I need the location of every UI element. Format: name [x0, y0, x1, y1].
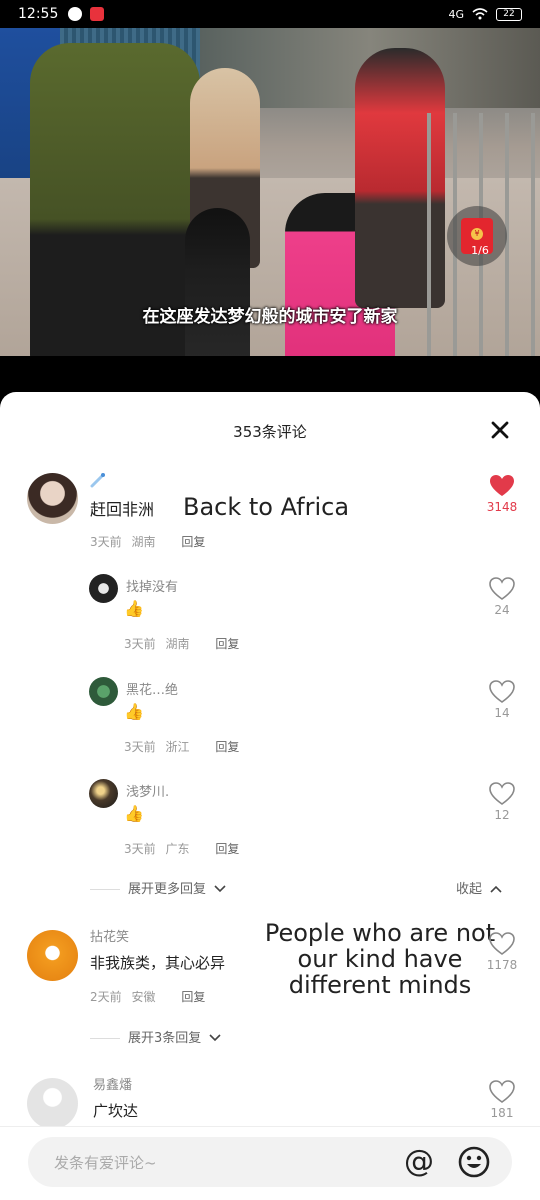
chevron-up-icon — [490, 885, 502, 893]
red-packet-counter: 1/6 — [471, 244, 489, 257]
collapse-label: 收起 — [456, 882, 483, 897]
wifi-icon — [472, 8, 488, 20]
heart-icon — [489, 1080, 515, 1103]
avatar[interactable] — [27, 1078, 78, 1129]
like-button[interactable]: 12 — [480, 782, 524, 822]
avatar[interactable] — [27, 473, 78, 524]
reply-button[interactable]: 回复 — [181, 990, 205, 1004]
like-count: 3148 — [486, 500, 518, 514]
video-subtitle: 在这座发达梦幻般的城市安了新家 — [142, 307, 398, 327]
reply-location: 广东 — [165, 842, 190, 856]
video-scene — [185, 208, 250, 368]
like-button[interactable]: 181 — [480, 1080, 524, 1120]
expand-replies-button[interactable]: 展开3条回复 — [90, 1027, 221, 1046]
reply-time: 3天前 — [124, 740, 156, 754]
comment-location: 湖南 — [131, 535, 156, 549]
like-button[interactable]: 3148 — [480, 474, 524, 514]
status-time: 12:55 — [18, 6, 59, 22]
heart-icon — [489, 782, 515, 805]
comment-input[interactable]: 发条有爱评论~ @ — [28, 1137, 512, 1187]
overlay-line: People who are not — [264, 919, 496, 947]
comment-text: 非我族类，其心必异 — [90, 954, 226, 972]
reply-meta: 3天前 广东 回复 — [124, 840, 239, 857]
thumbs-up-icon: 👍 — [124, 599, 144, 618]
comment-text: 赶回非洲 — [90, 500, 155, 519]
like-count: 12 — [494, 808, 510, 822]
reply-author[interactable]: 找掉没有 — [126, 576, 178, 595]
comet-icon — [90, 473, 105, 488]
like-count: 181 — [490, 1106, 514, 1120]
heart-icon — [489, 932, 515, 955]
reply-time: 3天前 — [124, 842, 156, 856]
avatar[interactable] — [27, 930, 78, 981]
qq-icon — [68, 7, 83, 21]
reply-location: 浙江 — [165, 740, 190, 754]
reply-button[interactable]: 回复 — [215, 740, 239, 754]
status-bar: 12:55 4G 22 — [0, 0, 540, 28]
comment-location: 安徽 — [131, 990, 156, 1004]
overlay-line: different minds — [288, 971, 472, 999]
reply-meta: 3天前 湖南 回复 — [124, 635, 239, 652]
expand-replies-label: 展开更多回复 — [128, 882, 207, 897]
reply-meta: 3天前 浙江 回复 — [124, 738, 239, 755]
divider-line — [90, 889, 120, 890]
like-button[interactable]: 1178 — [480, 932, 524, 972]
comment-time: 3天前 — [90, 535, 122, 549]
comment-input-placeholder: 发条有爱评论~ — [54, 1154, 157, 1172]
avatar[interactable] — [89, 677, 118, 706]
status-right: 4G 22 — [448, 7, 522, 21]
collapse-replies-button[interactable]: 收起 — [456, 878, 502, 897]
comment-text: 广坎达 — [93, 1102, 139, 1120]
like-count: 24 — [494, 603, 510, 617]
like-button[interactable]: 14 — [480, 680, 524, 720]
reply-location: 湖南 — [165, 637, 190, 651]
app-notification-icon — [90, 7, 105, 21]
network-label: 4G — [448, 7, 464, 21]
avatar[interactable] — [89, 574, 118, 603]
chevron-down-icon — [214, 885, 226, 893]
comment-overlay-text: People who are not our kind have differe… — [250, 920, 510, 998]
reply-time: 3天前 — [124, 637, 156, 651]
at-icon[interactable]: @ — [402, 1145, 436, 1179]
chevron-down-icon — [209, 1034, 221, 1042]
reply-button[interactable]: 回复 — [215, 637, 239, 651]
divider-line — [90, 1038, 120, 1039]
like-button[interactable]: 24 — [480, 577, 524, 617]
expand-replies-button[interactable]: 展开更多回复 — [90, 878, 226, 897]
video-scene — [0, 356, 540, 368]
close-icon[interactable] — [488, 418, 512, 442]
battery-icon: 22 — [496, 7, 522, 21]
thumbs-up-icon: 👍 — [124, 702, 144, 721]
heart-icon — [490, 475, 514, 496]
reply-button[interactable]: 回复 — [215, 842, 239, 856]
heart-icon — [489, 577, 515, 600]
comment-time: 2天前 — [90, 990, 122, 1004]
comment-author[interactable]: 易鑫燔 — [93, 1074, 132, 1093]
comment-author[interactable]: 拈花笑 — [90, 926, 129, 945]
avatar[interactable] — [89, 779, 118, 808]
video-player[interactable]: 在这座发达梦幻般的城市安了新家 ¥ 1/6 — [0, 28, 540, 368]
comment-count-title: 353条评论 — [233, 423, 307, 441]
red-packet-icon[interactable]: ¥ — [447, 206, 507, 266]
heart-icon — [489, 680, 515, 703]
comment-meta: 2天前 安徽 回复 — [90, 988, 205, 1005]
comment-overlay-text: Back to Africa — [183, 493, 350, 521]
like-count: 14 — [494, 706, 510, 720]
reply-author[interactable]: 浅梦川. — [126, 781, 169, 800]
overlay-line: our kind have — [297, 945, 463, 973]
red-packet-seal: ¥ — [471, 228, 483, 240]
reply-button[interactable]: 回复 — [181, 535, 205, 549]
thumbs-up-icon: 👍 — [124, 804, 144, 823]
reply-author[interactable]: 黑花…绝 — [126, 679, 178, 698]
emoji-icon[interactable] — [458, 1146, 490, 1178]
like-count: 1178 — [486, 958, 518, 972]
expand-replies-label: 展开3条回复 — [128, 1031, 202, 1046]
comment-meta: 3天前 湖南 回复 — [90, 533, 205, 550]
